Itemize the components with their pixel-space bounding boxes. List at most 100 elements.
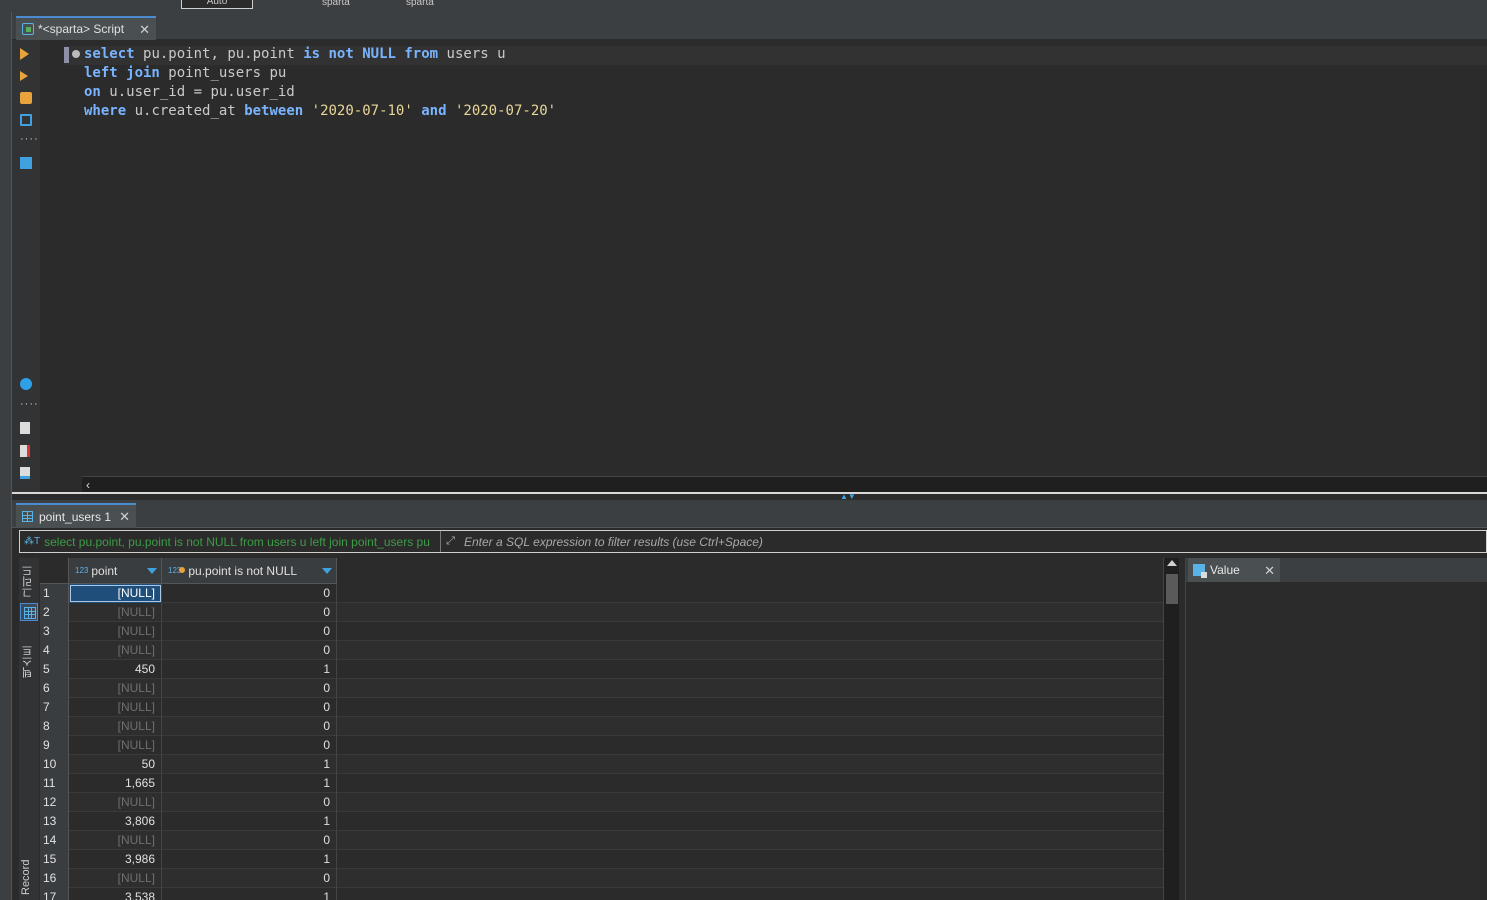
point-cell[interactable]: [NULL] [69,793,162,812]
expand-filter-icon[interactable]: ⤢ [440,531,460,552]
point-cell[interactable]: [NULL] [69,603,162,622]
table-row[interactable]: 1 [NULL] 0 [40,584,1163,603]
close-icon[interactable]: ✕ [139,23,150,36]
is-not-null-cell[interactable]: 0 [162,831,337,850]
is-not-null-cell[interactable]: 0 [162,641,337,660]
table-row[interactable]: 9 [NULL] 0 [40,736,1163,755]
transaction-mode-selector[interactable]: Auto [181,0,253,9]
editor-results-splitter[interactable]: ▲▼ [12,492,1487,501]
table-row[interactable]: 3 [NULL] 0 [40,622,1163,641]
is-not-null-cell[interactable]: 0 [162,584,337,603]
point-cell[interactable]: 50 [69,755,162,774]
output-console-icon[interactable] [20,157,32,169]
explain-plan-icon[interactable] [20,114,32,126]
row-number-cell[interactable]: 3 [40,622,69,641]
table-row[interactable]: 13 3,806 1 [40,812,1163,831]
table-row[interactable]: 2 [NULL] 0 [40,603,1163,622]
close-icon[interactable]: ✕ [1264,564,1275,577]
table-row[interactable]: 11 1,665 1 [40,774,1163,793]
filter-expression-input[interactable] [460,531,1486,552]
row-number-cell[interactable]: 15 [40,850,69,869]
table-row[interactable]: 7 [NULL] 0 [40,698,1163,717]
grid-view-icon[interactable] [20,603,38,621]
row-number-header[interactable] [40,558,69,584]
is-not-null-cell[interactable]: 1 [162,660,337,679]
point-cell[interactable]: [NULL] [69,698,162,717]
side-tab-record[interactable]: Record [20,854,38,900]
row-number-cell[interactable]: 8 [40,717,69,736]
export-script-icon[interactable] [20,445,30,457]
sql-code[interactable]: select pu.point, pu.point is not NULL fr… [84,45,556,121]
row-number-cell[interactable]: 1 [40,584,69,603]
point-cell[interactable]: [NULL] [69,679,162,698]
execute-statement-icon[interactable] [20,48,29,60]
is-not-null-cell[interactable]: 0 [162,717,337,736]
row-number-cell[interactable]: 10 [40,755,69,774]
table-row[interactable]: 17 3,538 1 [40,888,1163,900]
is-not-null-cell[interactable]: 0 [162,622,337,641]
table-row[interactable]: 14 [NULL] 0 [40,831,1163,850]
point-cell[interactable]: [NULL] [69,622,162,641]
active-datasource-selector[interactable]: sparta [322,0,350,9]
is-not-null-cell[interactable]: 1 [162,888,337,900]
is-not-null-cell[interactable]: 0 [162,793,337,812]
is-not-null-cell[interactable]: 0 [162,679,337,698]
column-header-point[interactable]: 123 point [69,558,162,584]
point-cell[interactable]: 3,538 [69,888,162,900]
column-header-pu-point-is-not-null[interactable]: 123 pu.point is not NULL [162,558,337,584]
editor-horizontal-scrollbar[interactable]: ‹ [82,476,1487,492]
is-not-null-cell[interactable]: 1 [162,812,337,831]
is-not-null-cell[interactable]: 1 [162,774,337,793]
grid-vertical-scrollbar[interactable] [1163,558,1179,900]
scroll-left-icon[interactable]: ‹ [86,478,90,492]
row-number-cell[interactable]: 7 [40,698,69,717]
table-row[interactable]: 5 450 1 [40,660,1163,679]
point-cell[interactable]: [NULL] [69,584,162,603]
point-cell[interactable]: 3,986 [69,850,162,869]
is-not-null-cell[interactable]: 1 [162,850,337,869]
row-number-cell[interactable]: 4 [40,641,69,660]
sort-desc-icon[interactable] [322,567,332,574]
row-number-cell[interactable]: 14 [40,831,69,850]
tab-sql-script[interactable]: *<sparta> Script ✕ [16,16,156,40]
tab-value[interactable]: Value ✕ [1188,558,1280,582]
tab-results[interactable]: point_users 1 ✕ [16,503,136,528]
more-actions-icon[interactable]: ···· [20,134,38,147]
row-number-cell[interactable]: 11 [40,774,69,793]
side-tab-text[interactable]: 텍스트 [20,642,38,682]
point-cell[interactable]: [NULL] [69,831,162,850]
close-icon[interactable]: ✕ [119,510,130,523]
table-row[interactable]: 10 50 1 [40,755,1163,774]
point-cell[interactable]: [NULL] [69,736,162,755]
row-number-cell[interactable]: 9 [40,736,69,755]
table-row[interactable]: 8 [NULL] 0 [40,717,1163,736]
row-number-cell[interactable]: 13 [40,812,69,831]
is-not-null-cell[interactable]: 1 [162,755,337,774]
point-cell[interactable]: [NULL] [69,717,162,736]
is-not-null-cell[interactable]: 0 [162,736,337,755]
point-cell[interactable]: 3,806 [69,812,162,831]
settings-icon[interactable] [20,378,32,390]
row-number-cell[interactable]: 5 [40,660,69,679]
row-number-cell[interactable]: 2 [40,603,69,622]
is-not-null-cell[interactable]: 0 [162,603,337,622]
side-tab-grid[interactable]: 그리드 [20,562,38,602]
results-grid[interactable]: 123 point 123 pu.point is not NULL 1 [NUL… [40,558,1163,900]
import-script-icon[interactable] [20,467,30,479]
new-script-icon[interactable] [20,422,30,434]
point-cell[interactable]: [NULL] [69,641,162,660]
filter-query-history[interactable]: ⁂T select pu.point, pu.point is not NULL… [20,535,440,549]
scroll-up-icon[interactable] [1167,560,1177,566]
point-cell[interactable]: 1,665 [69,774,162,793]
is-not-null-cell[interactable]: 0 [162,698,337,717]
table-row[interactable]: 6 [NULL] 0 [40,679,1163,698]
table-row[interactable]: 4 [NULL] 0 [40,641,1163,660]
scroll-thumb[interactable] [1166,574,1178,604]
table-row[interactable]: 16 [NULL] 0 [40,869,1163,888]
table-row[interactable]: 15 3,986 1 [40,850,1163,869]
row-number-cell[interactable]: 16 [40,869,69,888]
row-number-cell[interactable]: 17 [40,888,69,900]
point-cell[interactable]: 450 [69,660,162,679]
execute-script-icon[interactable] [20,92,32,104]
row-number-cell[interactable]: 6 [40,679,69,698]
